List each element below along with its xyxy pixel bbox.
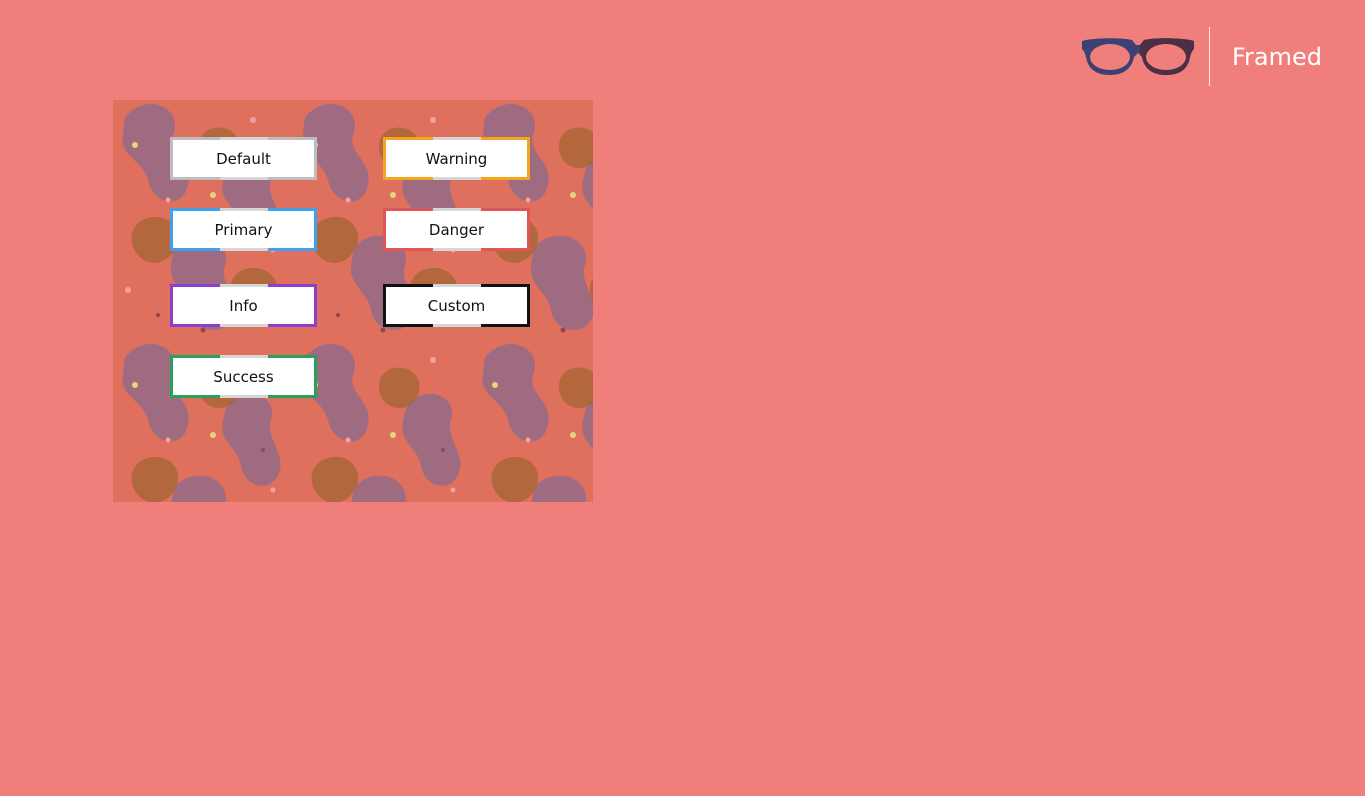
success-button[interactable]: Success bbox=[170, 355, 317, 398]
glasses-icon bbox=[1082, 38, 1194, 75]
danger-button[interactable]: Danger bbox=[383, 208, 530, 251]
primary-button-label: Primary bbox=[214, 220, 273, 239]
frame-notch-bottom bbox=[219, 177, 268, 180]
info-button[interactable]: Info bbox=[170, 284, 317, 327]
frame-notch-bottom bbox=[219, 324, 268, 327]
custom-button-label: Custom bbox=[427, 296, 486, 315]
danger-button-label: Danger bbox=[428, 220, 485, 239]
frame-notch-bottom bbox=[432, 324, 481, 327]
brand-name: Framed bbox=[1232, 43, 1323, 71]
success-button-label: Success bbox=[213, 367, 274, 386]
warning-button[interactable]: Warning bbox=[383, 137, 530, 180]
brand-logo[interactable]: Framed bbox=[1078, 27, 1338, 87]
frame-notch-bottom bbox=[219, 248, 268, 251]
default-button-label: Default bbox=[216, 149, 271, 168]
warning-button-label: Warning bbox=[425, 149, 488, 168]
primary-button[interactable]: Primary bbox=[170, 208, 317, 251]
info-button-label: Info bbox=[229, 296, 258, 315]
frame-notch-bottom bbox=[432, 248, 481, 251]
pattern-panel: Default Warning Primary Danger Info Cust… bbox=[113, 100, 593, 502]
default-button[interactable]: Default bbox=[170, 137, 317, 180]
page: Framed Default Warning Primary Danger In… bbox=[0, 0, 1365, 796]
custom-button[interactable]: Custom bbox=[383, 284, 530, 327]
frame-notch-bottom bbox=[432, 177, 481, 180]
brand-divider bbox=[1209, 27, 1210, 86]
frame-notch-bottom bbox=[219, 395, 268, 398]
